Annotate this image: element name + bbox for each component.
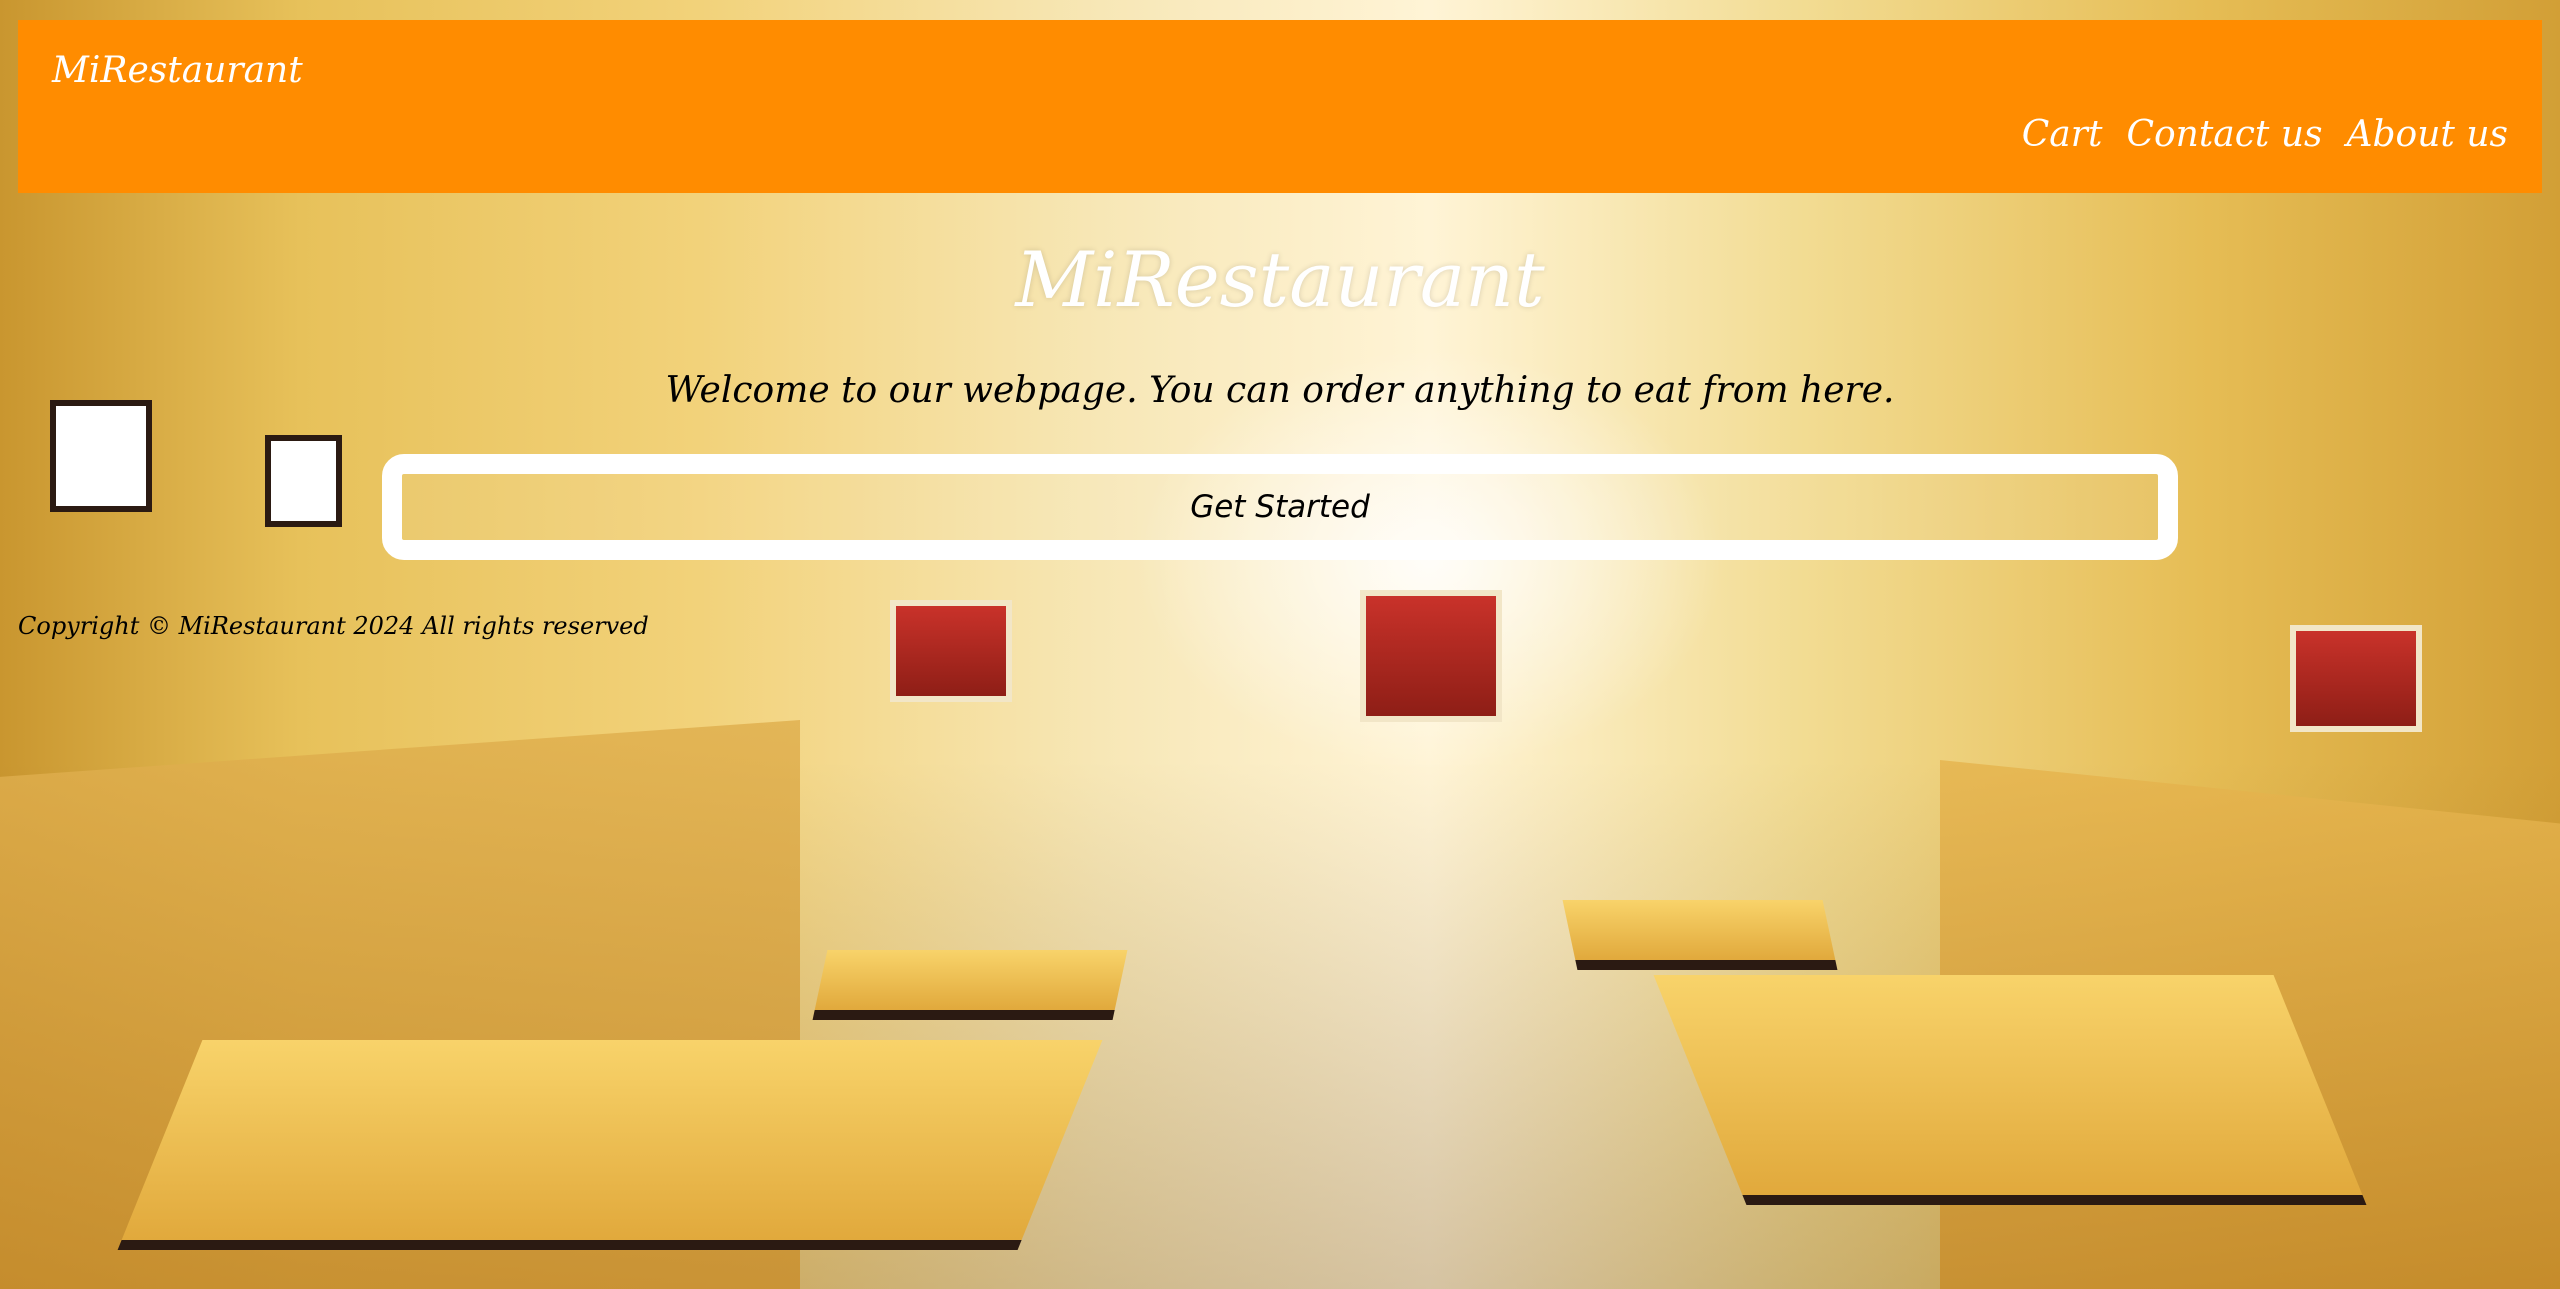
copyright-text: Copyright © MiRestaurant 2024 All rights… [18,612,649,640]
background-photo-frame [890,600,1012,702]
nav-link-about-us[interactable]: About us [2347,114,2508,155]
background-photo-table [812,950,1128,1020]
background-photo-table [1653,975,2367,1205]
nav-link-contact-us[interactable]: Contact us [2126,114,2322,155]
get-started-button[interactable]: Get Started [382,454,2178,560]
background-photo-wall-left [0,720,800,1289]
hero-subtitle: Welcome to our webpage. You can order an… [665,370,1895,411]
nav-link-cart[interactable]: Cart [2022,114,2103,155]
brand-logo-link[interactable]: MiRestaurant [52,50,303,91]
hero-title: MiRestaurant [1015,235,1545,324]
background-photo-table [117,1040,1103,1250]
background-photo-frame [2290,625,2422,732]
background-photo-frame [1360,590,1502,722]
background-photo-frame [265,435,342,527]
top-navbar: MiRestaurant Cart Contact us About us [18,20,2542,193]
background-photo-wall-right [1940,760,2560,1289]
get-started-label: Get Started [1190,489,1370,525]
background-photo-table [1562,900,1838,970]
nav-links: Cart Contact us About us [2022,114,2508,155]
background-photo-frame [50,400,152,512]
